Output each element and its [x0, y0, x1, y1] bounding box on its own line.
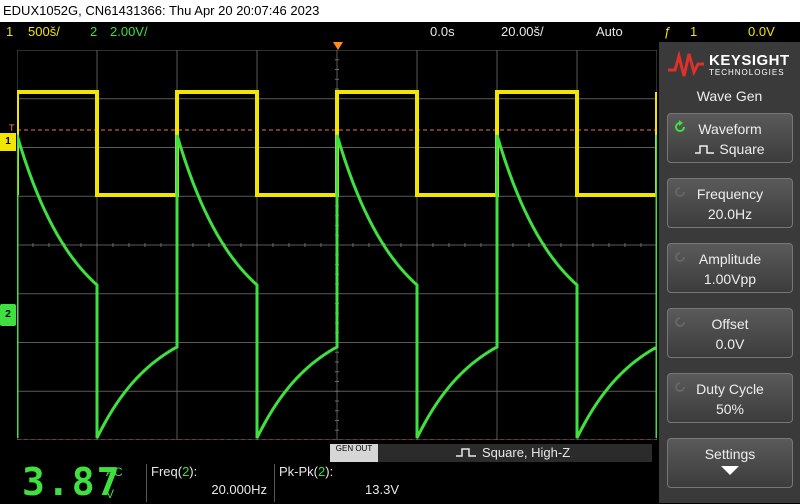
meter-unit: V [106, 487, 115, 501]
freq-label: Freq( [151, 464, 183, 479]
time-offset[interactable]: 0.0s [430, 22, 455, 42]
duty-cycle-value: 50% [715, 401, 745, 417]
settings-title: Settings [704, 446, 756, 462]
ch2-number[interactable]: 2 [90, 22, 97, 42]
wavegen-label: Square, High-Z [482, 445, 571, 460]
wavegen-status-bar: GEN OUT Square, High-Z [330, 444, 652, 462]
square-wave-icon [456, 448, 476, 457]
graticule [17, 50, 657, 440]
gen-out-button[interactable]: GEN OUT [330, 444, 378, 462]
waveform-softkey[interactable]: Waveform Square [667, 113, 793, 163]
rotate-knob-icon [675, 187, 685, 197]
keysight-logo: KEYSIGHT TECHNOLOGIES [667, 50, 795, 80]
ch1-number[interactable]: 1 [6, 22, 13, 42]
status-bar: 1 500š/ 2 2.00V/ 0.0s 20.00š/ Auto ƒ 1 0… [0, 22, 800, 42]
ch1-scale[interactable]: 500š/ [28, 22, 60, 42]
rotate-knob-icon [675, 317, 685, 327]
rotate-knob-icon [675, 120, 685, 132]
ch2-ground-marker[interactable]: 2 [0, 304, 16, 326]
square-wave-icon [695, 145, 715, 155]
time-scale[interactable]: 20.00š/ [501, 22, 544, 42]
pkpk-label: Pk-Pk( [279, 464, 318, 479]
rotate-knob-icon [675, 382, 685, 392]
menu-title: Wave Gen [696, 88, 763, 104]
settings-softkey[interactable]: Settings [667, 438, 793, 488]
meter-coupling: AC [106, 465, 123, 479]
keysight-wave-icon [668, 50, 704, 77]
ch1-ground-marker[interactable]: 1 [0, 133, 16, 151]
trigger-slope-icon: ƒ [664, 24, 672, 39]
frequency-value: 20.0Hz [707, 206, 753, 222]
brand-name: KEYSIGHT [709, 52, 790, 69]
down-arrow-icon [721, 466, 739, 475]
rotate-knob-icon [675, 252, 685, 262]
frequency-softkey[interactable]: Frequency 20.0Hz [667, 178, 793, 228]
amplitude-softkey[interactable]: Amplitude 1.00Vpp [667, 243, 793, 293]
ch2-scale[interactable]: 2.00V/ [110, 22, 148, 42]
trigger-mode[interactable]: Auto [596, 22, 623, 42]
freq-value: 20.000Hz [211, 482, 267, 497]
amplitude-value: 1.00Vpp [703, 271, 757, 287]
brand-sub: TECHNOLOGIES [709, 68, 785, 77]
waveform-value: Square [668, 141, 792, 157]
pkpk-label-close: ): [325, 464, 334, 479]
waveform-display[interactable] [17, 50, 657, 440]
offset-value: 0.0V [715, 336, 745, 352]
pkpk-value: 13.3V [365, 482, 399, 497]
pkpk-measurement[interactable]: Pk-Pk(2): 13.3V [274, 464, 405, 502]
freq-label-close: ): [189, 464, 198, 479]
trigger-level-marker: T [9, 123, 15, 133]
trigger-level[interactable]: 0.0V [748, 22, 775, 42]
trigger-position-icon [333, 42, 343, 50]
offset-softkey[interactable]: Offset 0.0V [667, 308, 793, 358]
duty-cycle-softkey[interactable]: Duty Cycle 50% [667, 373, 793, 423]
title-bar: EDUX1052G, CN61431366: Thu Apr 20 20:07:… [0, 0, 800, 22]
freq-measurement[interactable]: Freq(2): 20.000Hz [146, 464, 273, 502]
trigger-source[interactable]: 1 [690, 22, 697, 42]
